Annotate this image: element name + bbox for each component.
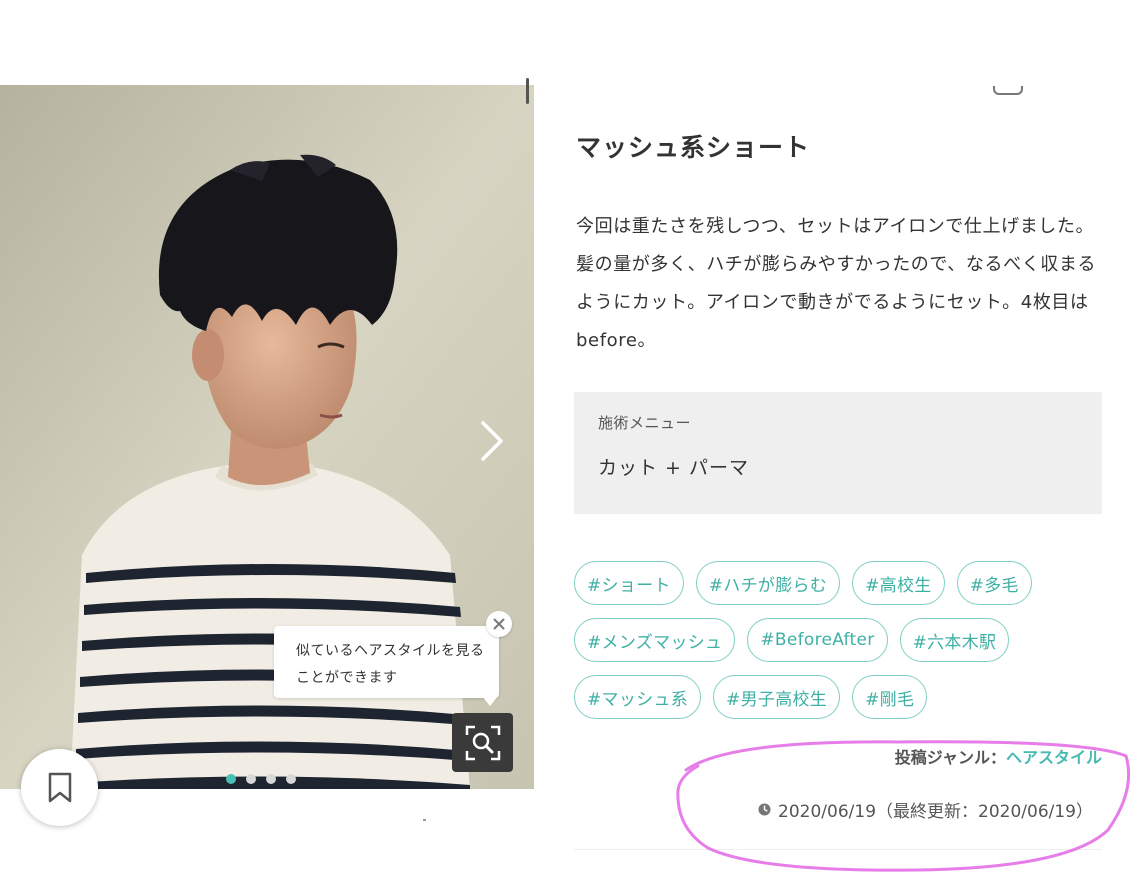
image-search-icon <box>465 725 500 760</box>
treatment-menu-label: 施術メニュー <box>598 414 692 432</box>
divider-mark <box>423 819 426 821</box>
hashtag-chip[interactable]: #BeforeAfter <box>747 618 888 662</box>
tooltip-close-button[interactable] <box>486 611 512 637</box>
similar-style-tooltip: 似ているヘアスタイルを見ることができます <box>274 626 499 698</box>
chevron-right-icon <box>481 421 503 461</box>
pager-dot[interactable] <box>246 774 256 784</box>
post-date-text: 2020/06/19（最終更新：2020/06/19） <box>778 802 1093 822</box>
bookmark-icon <box>48 772 71 802</box>
post-genre-link[interactable]: ヘアスタイル <box>1006 748 1102 767</box>
treatment-menu-box: 施術メニュー カット + パーマ <box>574 392 1102 514</box>
hashtag-chip[interactable]: #多毛 <box>956 561 1032 605</box>
hashtag-chip[interactable]: #メンズマッシュ <box>574 618 736 662</box>
hashtag-chip[interactable]: #ハチが膨らむ <box>695 561 841 605</box>
similar-style-search-button[interactable] <box>452 713 513 772</box>
pager-dot[interactable] <box>226 774 236 784</box>
hashtag-chip[interactable]: #六本木駅 <box>899 618 1010 662</box>
pager-dot[interactable] <box>286 774 296 784</box>
treatment-menu-value: カット + パーマ <box>598 457 749 479</box>
section-divider <box>574 849 1102 850</box>
hashtag-chip[interactable]: #高校生 <box>852 561 945 605</box>
next-photo-button[interactable] <box>472 415 512 467</box>
hashtag-chip[interactable]: #マッシュ系 <box>574 675 702 719</box>
close-icon <box>493 618 505 630</box>
hashtag-chip[interactable]: #ショート <box>574 561 684 605</box>
hashtag-chip[interactable]: #剛毛 <box>852 675 928 719</box>
style-description: 今回は重たさを残しつつ、セットはアイロンで仕上げました。髪の量が多く、ハチが膨ら… <box>576 216 1097 351</box>
carousel-pager <box>226 774 296 784</box>
clock-icon <box>758 803 771 816</box>
bookmark-button[interactable] <box>21 749 98 826</box>
pager-dot[interactable] <box>266 774 276 784</box>
tooltip-text: 似ているヘアスタイルを見ることができます <box>296 643 485 686</box>
sheet-handle <box>993 86 1023 95</box>
tooltip-tail <box>482 696 498 706</box>
post-genre: 投稿ジャンル：ヘアスタイル <box>895 744 1102 768</box>
hashtag-list: #ショート #ハチが膨らむ #高校生 #多毛 #メンズマッシュ #BeforeA… <box>574 561 1044 719</box>
style-title: マッシュ系ショート <box>576 133 811 162</box>
hashtag-chip[interactable]: #男子高校生 <box>713 675 841 719</box>
scroll-indicator <box>526 78 529 104</box>
post-date: 2020/06/19（最終更新：2020/06/19） <box>758 797 1093 822</box>
post-genre-label: 投稿ジャンル： <box>894 748 1006 767</box>
